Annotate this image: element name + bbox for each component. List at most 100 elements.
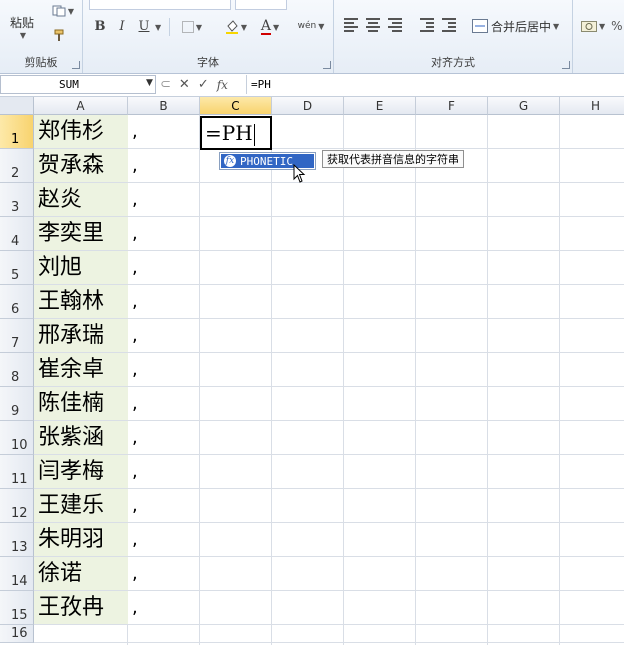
row-header-15[interactable]: 15 <box>0 591 34 625</box>
cell-b1[interactable]: , <box>132 121 138 142</box>
row-number: 6 <box>11 302 20 317</box>
column-header-b[interactable]: B <box>128 97 200 115</box>
fill-color-button[interactable]: ▼ <box>223 18 249 36</box>
cell-b10[interactable]: , <box>132 427 138 448</box>
row-number: 9 <box>11 404 20 419</box>
enter-icon[interactable]: ✓ <box>198 77 209 92</box>
cancel-icon[interactable]: ✕ <box>179 77 190 92</box>
cell-a12[interactable]: 王建乐 <box>34 489 128 523</box>
column-header-h[interactable]: H <box>560 97 624 115</box>
border-button[interactable]: ▼ <box>179 18 205 36</box>
font-name-combo[interactable] <box>89 0 231 10</box>
row-header-5[interactable]: 5 <box>0 251 34 285</box>
paste-dropdown-icon: ▼ <box>19 31 27 40</box>
cell-b12[interactable]: , <box>132 495 138 516</box>
row-number: 1 <box>11 132 20 147</box>
cell-b14[interactable]: , <box>132 563 138 584</box>
cell-a13[interactable]: 朱明羽 <box>34 523 128 557</box>
underline-dropdown-icon[interactable]: ▼ <box>155 23 161 32</box>
row-number: 12 <box>11 506 28 521</box>
cell-b6[interactable]: , <box>132 291 138 312</box>
insert-function-icon[interactable]: fx <box>217 78 228 92</box>
column-header-e[interactable]: E <box>344 97 416 115</box>
column-header-c[interactable]: C <box>200 97 272 115</box>
clipboard-group: 粘贴 ▼ ▼ 剪贴板 <box>0 0 83 73</box>
worksheet-grid[interactable]: A B C D E F G H 1 郑伟杉, 2 贺承森, 3 赵炎, 4 李奕里, 5 刘旭, 6 王翰林, 7 邢承瑞… <box>0 97 624 645</box>
cell-b2[interactable]: , <box>132 155 138 176</box>
cell-a9[interactable]: 陈佳楠 <box>34 387 128 421</box>
cell-a8[interactable]: 崔余卓 <box>34 353 128 387</box>
row-header-13[interactable]: 13 <box>0 523 34 557</box>
column-header-a[interactable]: A <box>34 97 128 115</box>
cell-a1[interactable]: 郑伟杉 <box>34 115 128 149</box>
cell-a14[interactable]: 徐诺 <box>34 557 128 591</box>
cell-a3[interactable]: 赵炎 <box>34 183 128 217</box>
cell-a6[interactable]: 王翰林 <box>34 285 128 319</box>
merge-center-button[interactable]: 合并后居中 ▼ <box>472 16 568 36</box>
phonetic-guide-button[interactable]: wén ▼ <box>295 16 327 36</box>
cell-a10[interactable]: 张紫涵 <box>34 421 128 455</box>
alignment-group: 合并后居中 ▼ 对齐方式 <box>334 0 573 73</box>
row-header-7[interactable]: 7 <box>0 319 34 353</box>
font-launcher-icon[interactable] <box>323 61 331 69</box>
alignment-launcher-icon[interactable] <box>562 61 570 69</box>
underline-button[interactable]: U <box>135 18 153 36</box>
name-box[interactable]: SUM <box>0 75 156 94</box>
cell-b9[interactable]: , <box>132 393 138 414</box>
active-cell-c1[interactable]: =PH <box>200 116 272 150</box>
row-header-12[interactable]: 12 <box>0 489 34 523</box>
cell-a11[interactable]: 闫孝梅 <box>34 455 128 489</box>
row-header-8[interactable]: 8 <box>0 353 34 387</box>
formula-input[interactable]: =PH <box>246 75 271 94</box>
merge-label: 合并后居中 <box>491 19 552 34</box>
cell-a15[interactable]: 王孜冉 <box>34 591 128 625</box>
font-size-combo[interactable] <box>235 0 287 10</box>
cell-a5[interactable]: 刘旭 <box>34 251 128 285</box>
row-header-4[interactable]: 4 <box>0 217 34 251</box>
row-header-1[interactable]: 1 <box>0 115 34 149</box>
align-left-icon[interactable] <box>344 18 360 32</box>
separator <box>169 18 170 36</box>
cell-a7[interactable]: 邢承瑞 <box>34 319 128 353</box>
row-number: 11 <box>11 472 28 487</box>
column-header-d[interactable]: D <box>272 97 344 115</box>
row-header-2[interactable]: 2 <box>0 149 34 183</box>
cell-a2[interactable]: 贺承森 <box>34 149 128 183</box>
increase-indent-icon[interactable] <box>442 18 458 32</box>
cell-b11[interactable]: , <box>132 461 138 482</box>
cell-b4[interactable]: , <box>132 223 138 244</box>
column-header-g[interactable]: G <box>488 97 560 115</box>
number-group: ▼ % <box>573 0 624 73</box>
cell-b8[interactable]: , <box>132 359 138 380</box>
italic-button[interactable]: I <box>113 18 131 36</box>
bold-button[interactable]: B <box>91 18 109 36</box>
row-number: 8 <box>11 370 20 385</box>
cell-b7[interactable]: , <box>132 325 138 346</box>
cell-b15[interactable]: , <box>132 597 138 618</box>
font-color-dropdown-icon: ▼ <box>272 22 280 32</box>
align-center-icon[interactable] <box>366 18 382 32</box>
select-all-corner[interactable] <box>0 97 34 115</box>
cell-b5[interactable]: , <box>132 257 138 278</box>
cell-b13[interactable]: , <box>132 529 138 550</box>
row-header-14[interactable]: 14 <box>0 557 34 591</box>
row-header-3[interactable]: 3 <box>0 183 34 217</box>
decrease-indent-icon[interactable] <box>420 18 436 32</box>
font-color-button[interactable]: A ▼ <box>257 17 283 37</box>
name-box-dropdown-icon[interactable]: ▼ <box>146 78 153 88</box>
column-header-f[interactable]: F <box>416 97 488 115</box>
row-header-9[interactable]: 9 <box>0 387 34 421</box>
format-painter-button[interactable] <box>50 26 68 44</box>
number-format-button[interactable]: ▼ % <box>581 16 624 36</box>
row-header-6[interactable]: 6 <box>0 285 34 319</box>
align-right-icon[interactable] <box>388 18 404 32</box>
row-header-10[interactable]: 10 <box>0 421 34 455</box>
row-header-11[interactable]: 11 <box>0 455 34 489</box>
row-number: 16 <box>11 626 28 641</box>
cell-a4[interactable]: 李奕里 <box>34 217 128 251</box>
paste-button[interactable]: 粘贴 ▼ <box>4 10 40 44</box>
copy-button[interactable]: ▼ <box>50 2 76 20</box>
clipboard-launcher-icon[interactable] <box>72 61 80 69</box>
row-header-16[interactable]: 16 <box>0 625 34 643</box>
cell-b3[interactable]: , <box>132 189 138 210</box>
